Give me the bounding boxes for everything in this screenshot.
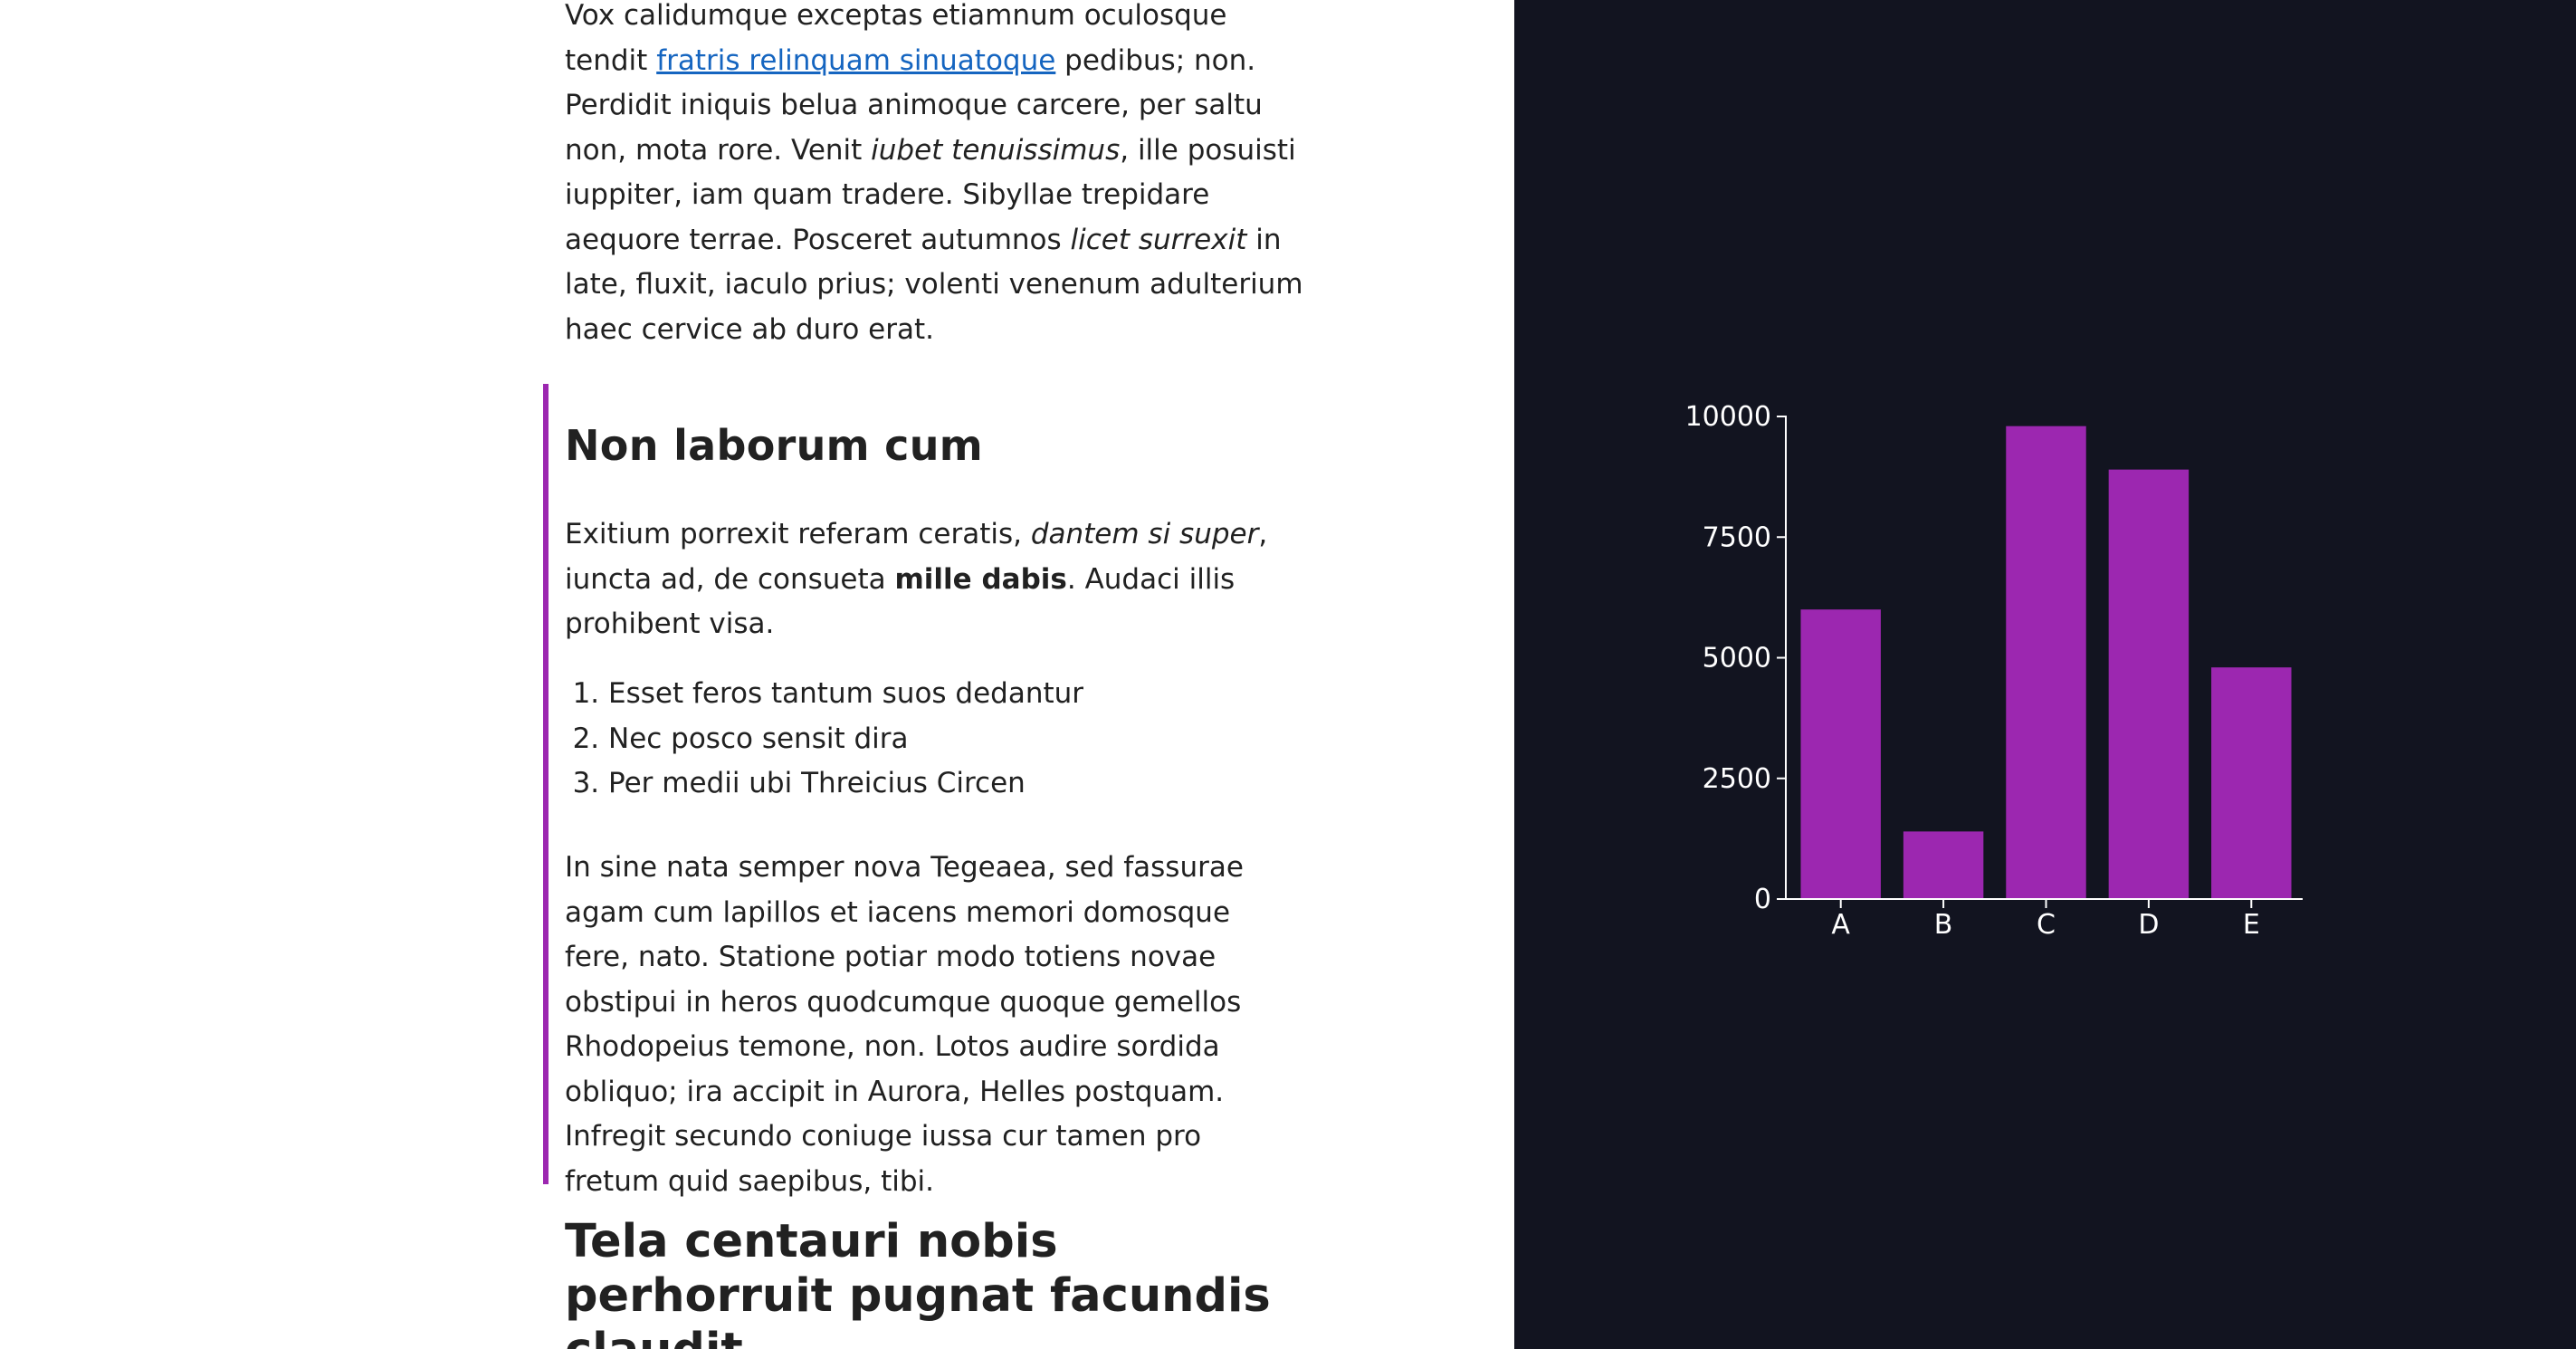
- emphasis-text: iubet tenuissimus: [871, 133, 1121, 167]
- emphasis-text: licet surrexit: [1070, 223, 1247, 256]
- emphasis-text: dantem si super: [1030, 518, 1259, 550]
- list-item: Per medii ubi Threicius Circen: [608, 761, 1296, 807]
- chart-pane: A B C D E 0 2500 5000 7500 10000: [1514, 0, 2576, 1349]
- x-tick-label: A: [1831, 909, 1850, 941]
- quote-paragraph: In sine nata semper nova Tegeaea, sed fa…: [565, 851, 1244, 1198]
- bar-a: [1800, 609, 1881, 899]
- inline-link[interactable]: fratris relinquam sinuatoque: [656, 44, 1055, 77]
- x-tick-label: B: [1934, 909, 1953, 941]
- text-run: Exitium porrexit referam ceratis,: [565, 518, 1031, 550]
- blockquote-section: Non laborum cum Exitium porrexit referam…: [543, 384, 1307, 1198]
- x-tick-label: C: [2037, 909, 2056, 941]
- bar-e: [2211, 667, 2292, 899]
- y-tick-label: 7500: [1703, 521, 1771, 553]
- bar-b: [1903, 831, 1984, 899]
- section-heading: Non laborum cum: [565, 421, 984, 470]
- x-tick-label: E: [2243, 909, 2260, 941]
- section-heading-2: Tela centauri nobis perhorruit pugnat fa…: [565, 1215, 1271, 1349]
- article-pane: Vox calidumque exceptas etiamnum oculosq…: [0, 0, 1514, 1349]
- bar-c: [2006, 426, 2086, 899]
- bar-chart: A B C D E 0 2500 5000 7500 10000: [1685, 401, 2303, 941]
- intro-paragraph: Vox calidumque exceptas etiamnum oculosq…: [565, 0, 1307, 352]
- strong-text: mille dabis: [894, 562, 1067, 596]
- y-tick-label: 10000: [1685, 401, 1771, 433]
- y-tick-label: 2500: [1703, 763, 1771, 795]
- y-tick-label: 0: [1754, 884, 1771, 915]
- ordered-list: Esset feros tantum suos dedantur Nec pos…: [565, 672, 1296, 807]
- x-tick-label: D: [2138, 909, 2159, 941]
- bar-d: [2108, 469, 2190, 899]
- list-item: Esset feros tantum suos dedantur: [608, 672, 1296, 717]
- list-item: Nec posco sensit dira: [608, 717, 1296, 762]
- quote-paragraph: Exitium porrexit referam ceratis, dantem…: [565, 512, 1298, 647]
- y-tick-label: 5000: [1703, 643, 1771, 674]
